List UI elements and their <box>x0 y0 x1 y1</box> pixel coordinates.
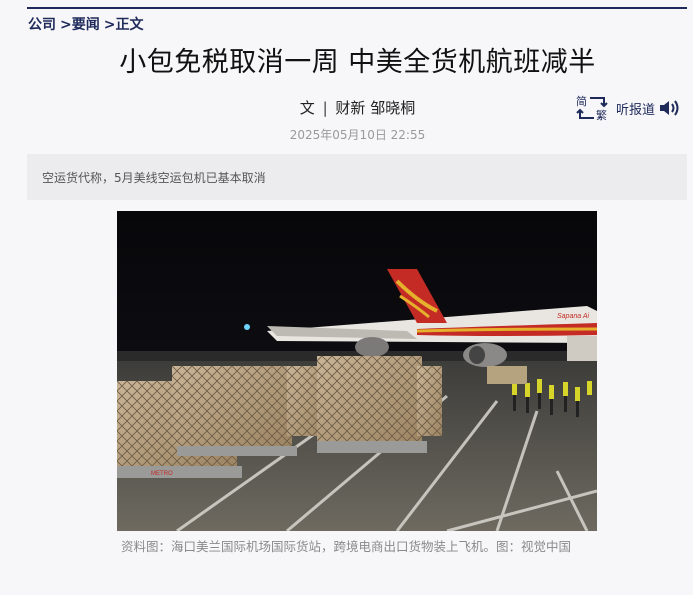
article-photo: Sapana Ai METRO <box>117 211 597 531</box>
breadcrumb-article[interactable]: >正文 <box>104 14 144 34</box>
speaker-icon <box>660 100 679 116</box>
cargo-label: METRO <box>151 471 173 477</box>
byline-separator: | <box>322 99 328 117</box>
article-tools: 简 繁 听报道 <box>574 93 680 123</box>
traditional-char: 繁 <box>596 109 607 122</box>
aircraft-livery: Sapana Ai <box>557 313 589 320</box>
listen-button[interactable]: 听报道 <box>616 98 680 118</box>
article-title: 小包免税取消一周 中美全货机航班减半 <box>119 47 596 78</box>
byline-prefix: 文 <box>299 99 315 117</box>
listen-label: 听报道 <box>616 102 656 118</box>
traditional-chinese-toggle[interactable]: 简 繁 <box>574 93 610 123</box>
cargo-airport-photo: Sapana Ai METRO <box>117 211 597 531</box>
breadcrumb: 公司 >要闻 >正文 <box>28 14 143 34</box>
publish-date: 2025年05月10日 22:55 <box>289 128 426 142</box>
byline-source: 财新 <box>335 99 366 117</box>
byline-author[interactable]: 邹晓桐 <box>370 99 415 117</box>
breadcrumb-news[interactable]: >要闻 <box>60 14 100 34</box>
breadcrumb-company[interactable]: 公司 <box>28 14 56 34</box>
photo-caption: 资料图：海口美兰国际机场国际货站，跨境电商出口货物装上飞机。图：视觉中国 <box>121 539 572 554</box>
header-rule <box>27 7 687 9</box>
simplified-char: 简 <box>576 95 587 108</box>
article-summary: 空运货代称，5月美线空运包机已基本取消 <box>27 154 687 200</box>
